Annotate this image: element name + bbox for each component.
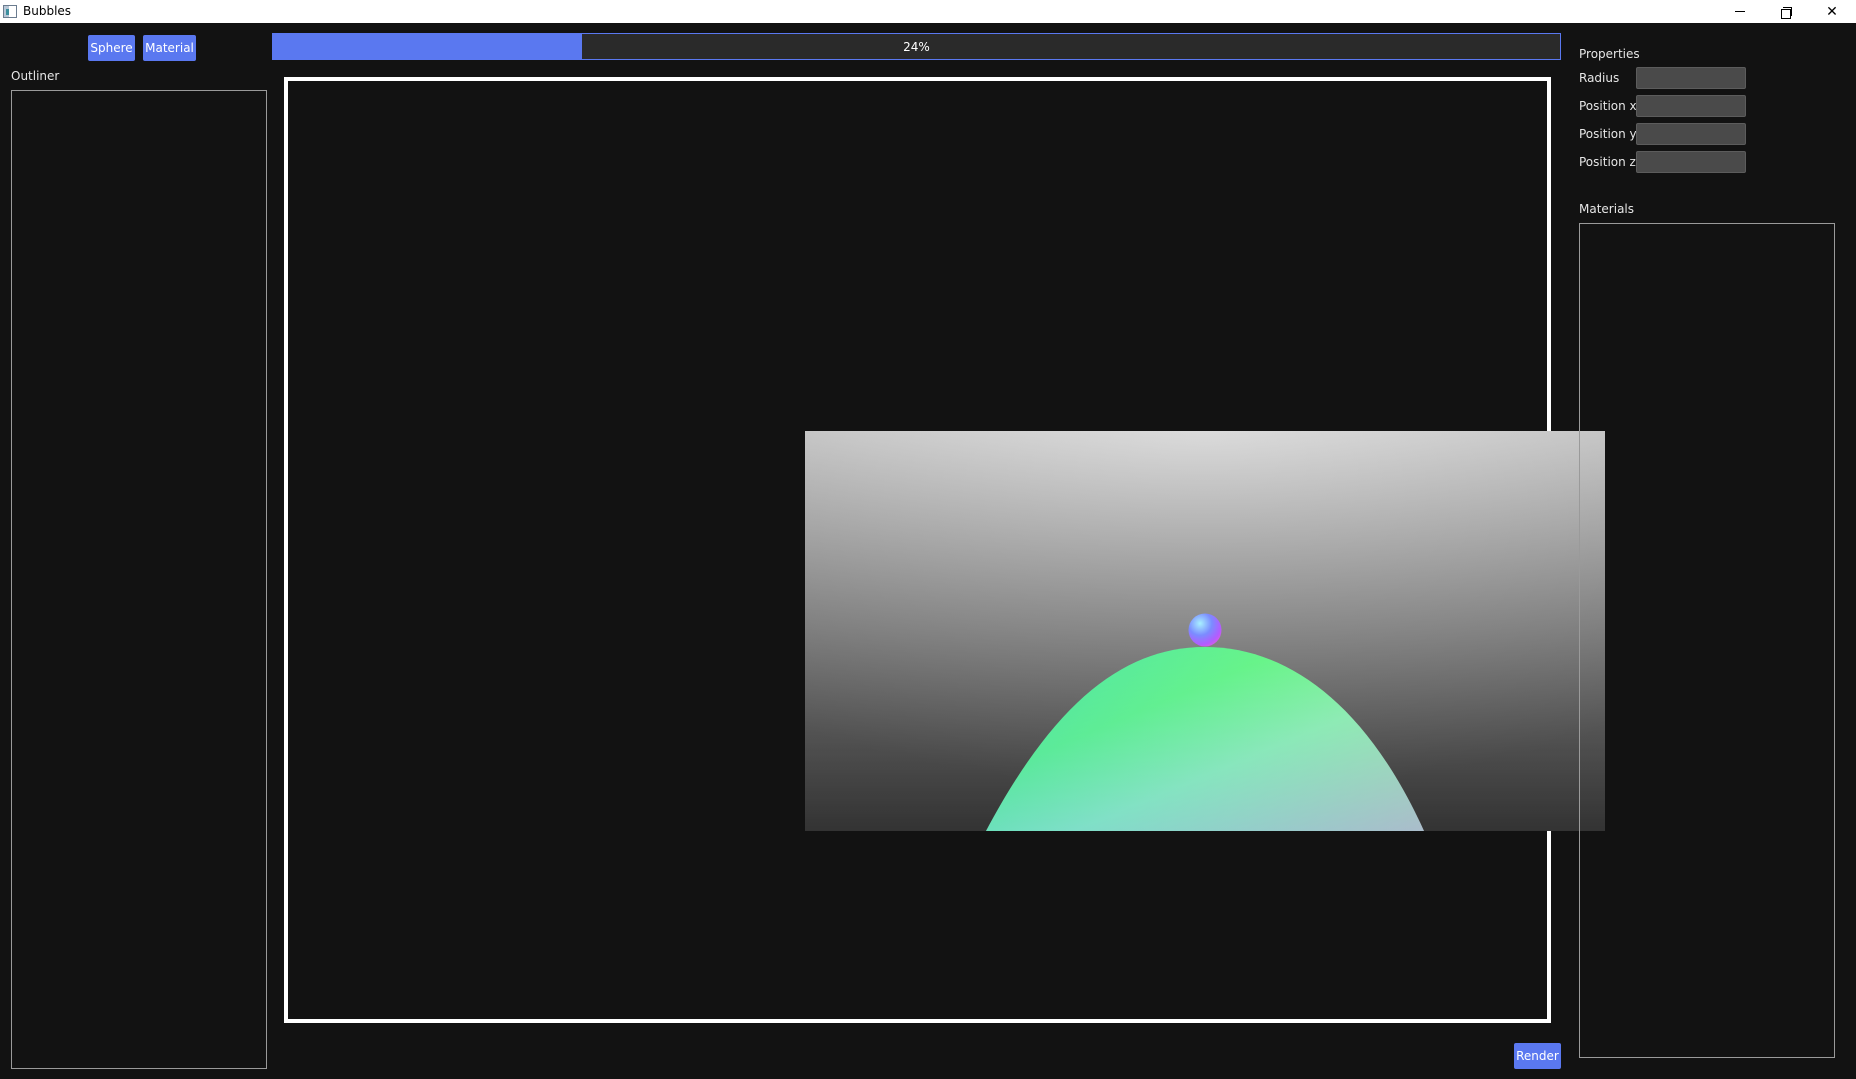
property-row-position-z: Position z <box>1579 151 1749 173</box>
materials-list[interactable] <box>1579 223 1835 1058</box>
properties-label: Properties <box>1579 47 1640 61</box>
outliner-list[interactable] <box>11 90 267 1069</box>
app-icon <box>3 5 17 18</box>
property-row-position-x: Position x <box>1579 95 1749 117</box>
radius-input[interactable] <box>1636 67 1746 89</box>
position-y-label: Position y <box>1579 127 1637 141</box>
position-x-label: Position x <box>1579 99 1637 113</box>
window-title: Bubbles <box>23 4 72 18</box>
radius-label: Radius <box>1579 71 1620 85</box>
add-sphere-button[interactable]: Sphere <box>88 35 135 61</box>
position-z-input[interactable] <box>1636 151 1746 173</box>
restore-icon[interactable] <box>1763 0 1809 23</box>
materials-label: Materials <box>1579 202 1635 216</box>
position-z-label: Position z <box>1579 155 1636 169</box>
position-y-input[interactable] <box>1636 123 1746 145</box>
title-bar: Bubbles ✕ <box>0 0 1856 23</box>
outliner-label: Outliner <box>11 69 60 83</box>
render-progress-bar: 24% <box>272 33 1561 60</box>
render-button[interactable]: Render <box>1514 1043 1561 1069</box>
add-material-button[interactable]: Material <box>143 35 196 61</box>
close-icon[interactable]: ✕ <box>1809 0 1855 23</box>
position-x-input[interactable] <box>1636 95 1746 117</box>
minimize-icon[interactable] <box>1717 0 1763 23</box>
property-row-position-y: Position y <box>1579 123 1749 145</box>
render-viewport <box>284 77 1605 1023</box>
progress-text: 24% <box>903 39 930 54</box>
property-row-radius: Radius <box>1579 67 1749 89</box>
rendered-scene-image <box>805 431 1605 831</box>
